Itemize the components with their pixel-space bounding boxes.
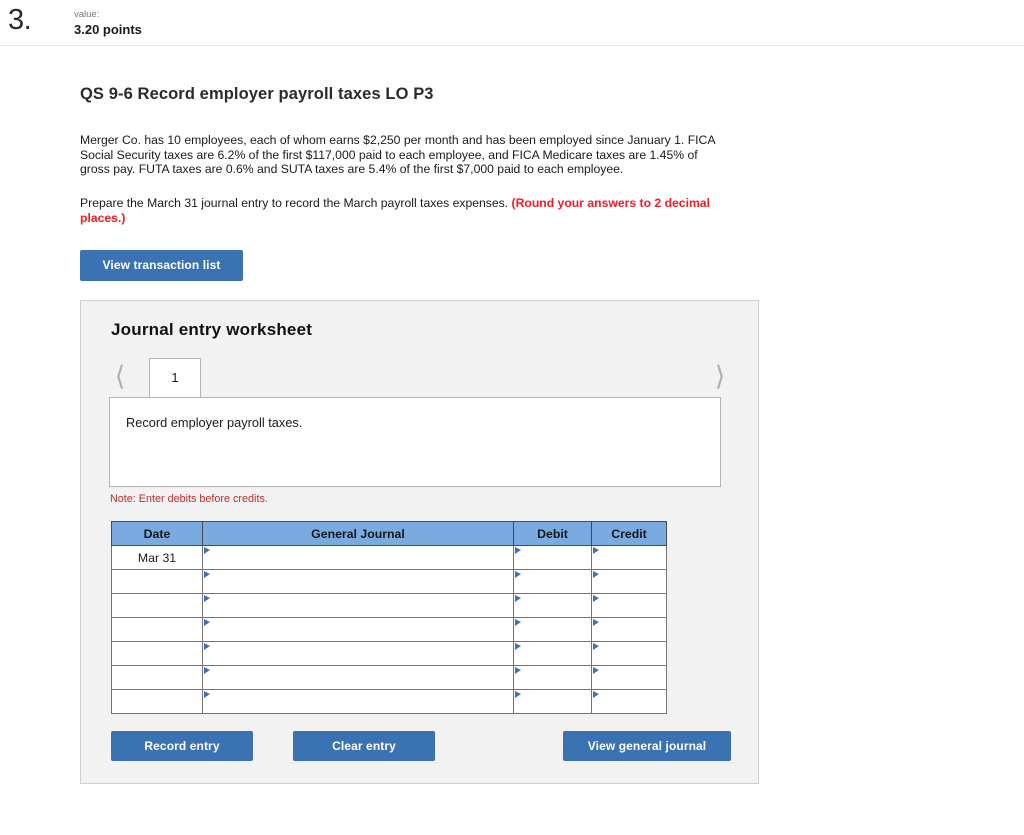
question-header: 3. value: 3.20 points (0, 0, 1024, 46)
worksheet-description-panel: Record employer payroll taxes. (109, 397, 721, 487)
table-row (111, 665, 667, 690)
debits-before-credits-note: Note: Enter debits before credits. (110, 493, 268, 505)
question-body-text: Merger Co. has 10 employees, each of who… (80, 133, 715, 177)
view-transaction-list-button[interactable]: View transaction list (80, 249, 243, 281)
worksheet-description-text: Record employer payroll taxes. (126, 415, 303, 430)
cell-credit[interactable] (591, 617, 667, 642)
column-header-debit: Debit (513, 521, 592, 546)
column-header-credit: Credit (591, 521, 667, 546)
cell-date[interactable] (111, 665, 203, 690)
cell-debit[interactable] (513, 593, 592, 618)
journal-entry-worksheet-panel: Journal entry worksheet ⟨ 1 ⟩ Record emp… (80, 300, 759, 784)
cell-credit[interactable] (591, 641, 667, 666)
question-content: QS 9-6 Record employer payroll taxes LO … (80, 45, 980, 281)
table-row (111, 593, 667, 618)
cell-general-journal[interactable] (202, 545, 514, 570)
value-label: value: (74, 9, 100, 20)
cell-date[interactable] (111, 689, 203, 714)
cell-general-journal[interactable] (202, 665, 514, 690)
cell-debit[interactable] (513, 641, 592, 666)
cell-credit[interactable] (591, 545, 667, 570)
cell-date[interactable] (111, 641, 203, 666)
cell-general-journal[interactable] (202, 617, 514, 642)
cell-credit[interactable] (591, 665, 667, 690)
cell-debit[interactable] (513, 545, 592, 570)
worksheet-tab-1[interactable]: 1 (149, 358, 201, 397)
cell-debit[interactable] (513, 569, 592, 594)
question-value-block: value: 3.20 points (74, 9, 142, 38)
cell-debit[interactable] (513, 617, 592, 642)
table-row (111, 617, 667, 642)
cell-date[interactable] (111, 593, 203, 618)
table-row: Mar 31 (111, 545, 667, 570)
chevron-right-icon[interactable]: ⟩ (709, 362, 731, 392)
question-number: 3. (8, 4, 32, 36)
page-title: QS 9-6 Record employer payroll taxes LO … (80, 85, 434, 103)
cell-general-journal[interactable] (202, 641, 514, 666)
worksheet-title: Journal entry worksheet (111, 320, 313, 339)
cell-date[interactable] (111, 569, 203, 594)
cell-debit[interactable] (513, 689, 592, 714)
question-instruction: Prepare the March 31 journal entry to re… (80, 196, 725, 226)
instruction-plain-text: Prepare the March 31 journal entry to re… (80, 195, 512, 210)
cell-general-journal[interactable] (202, 689, 514, 714)
cell-general-journal[interactable] (202, 593, 514, 618)
record-entry-button[interactable]: Record entry (111, 731, 253, 761)
cell-date[interactable] (111, 617, 203, 642)
journal-table-body: Mar 31 (111, 545, 667, 714)
view-general-journal-button[interactable]: View general journal (563, 731, 731, 761)
column-header-general-journal: General Journal (202, 521, 514, 546)
cell-date[interactable]: Mar 31 (111, 545, 203, 570)
chevron-left-icon[interactable]: ⟨ (109, 362, 131, 392)
worksheet-tabstrip: ⟨ 1 ⟩ (81, 358, 760, 398)
cell-credit[interactable] (591, 689, 667, 714)
cell-credit[interactable] (591, 569, 667, 594)
journal-entry-table: Date General Journal Debit Credit Mar 31 (111, 521, 667, 714)
journal-table-head: Date General Journal Debit Credit (111, 521, 667, 546)
cell-general-journal[interactable] (202, 569, 514, 594)
points-value: 3.20 points (74, 22, 142, 37)
column-header-date: Date (111, 521, 203, 546)
table-row (111, 641, 667, 666)
journal-table-header-row: Date General Journal Debit Credit (111, 521, 667, 546)
table-row (111, 689, 667, 714)
clear-entry-button[interactable]: Clear entry (293, 731, 435, 761)
cell-debit[interactable] (513, 665, 592, 690)
table-row (111, 569, 667, 594)
cell-credit[interactable] (591, 593, 667, 618)
